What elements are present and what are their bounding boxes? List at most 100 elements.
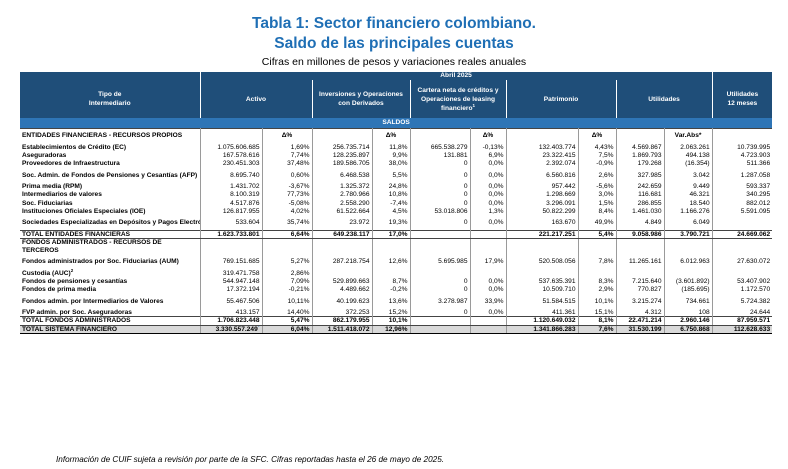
row-name: TOTAL SISTEMA FINANCIERO xyxy=(22,325,117,333)
cell-activo-pct: 7,09% xyxy=(262,277,313,286)
empty-cell xyxy=(506,238,579,255)
empty-cell xyxy=(506,127,579,144)
cell-patrimonio-pct: 7,8% xyxy=(578,254,617,270)
empty-cell xyxy=(616,127,665,144)
activo-value: 1.431.702 xyxy=(230,183,260,191)
cell-patrimonio: 1.341.866.283 xyxy=(506,324,579,335)
units-caption: Cifras en millones de pesos y variacione… xyxy=(261,56,527,68)
delta-pct-label: Δ% xyxy=(470,127,507,144)
cell-activo-pct: 10,11% xyxy=(262,293,313,309)
cell-cartera xyxy=(410,269,471,278)
cell-activo-pct: 37,48% xyxy=(262,159,313,168)
row-label: Custodia (AUC)2 xyxy=(20,269,201,278)
cell-utilidades-12m: 24.669.062 xyxy=(712,229,773,240)
cell-inversiones xyxy=(312,269,373,278)
cell-cartera: 0 xyxy=(410,308,471,317)
empty-cell xyxy=(410,238,471,255)
cell-patrimonio: 163.670 xyxy=(506,215,579,231)
cell-var-abs: 9.449 xyxy=(664,182,713,191)
section-title: FONDOS ADMINISTRADOS - RECURSOS DE TERCE… xyxy=(20,238,201,255)
table-row: Fondos admin. por Intermediarios de Valo… xyxy=(20,293,772,309)
row-name: Sociedades Especializadas en Depósitos y… xyxy=(22,219,200,227)
cell-patrimonio: 50.822.299 xyxy=(506,207,579,216)
cell-patrimonio: 537.635.391 xyxy=(506,277,579,286)
cell-patrimonio: 1.298.669 xyxy=(506,190,579,200)
cell-patrimonio-pct: 15,1% xyxy=(578,308,617,317)
table-row: Soc. Fiduciarias 4.517.876 -5,08% 2.558.290… xyxy=(20,199,772,208)
cell-utilidades: 31.530.199 xyxy=(616,324,665,335)
delta-pct-label: Δ% xyxy=(262,127,313,144)
cell-inversiones-pct: 13,6% xyxy=(372,293,411,309)
cell-activo: 544.947.148 xyxy=(200,277,263,286)
row-name: Fondos de pensiones y cesantías xyxy=(22,277,128,285)
cell-inversiones-pct: 8,7% xyxy=(372,277,411,286)
cell-activo: 55.467.506 xyxy=(200,293,263,309)
row-label: Fondos admin. por Intermediarios de Valo… xyxy=(20,293,201,309)
cell-utilidades-12m: 112.628.633 xyxy=(712,324,773,335)
empty-cell xyxy=(578,238,617,255)
cell-patrimonio: 520.508.056 xyxy=(506,254,579,270)
cell-var-abs: 46.321 xyxy=(664,190,713,200)
cell-inversiones: 23.972 xyxy=(312,215,373,231)
table-row: Proveedores de Infraestructura 230.451.30… xyxy=(20,159,772,168)
grand-total-row: TOTAL SISTEMA FINANCIERO 3.330.557.249* 6,… xyxy=(20,324,773,335)
cell-var-abs: (3.601.892) xyxy=(664,277,713,286)
activo-value: 1.623.733.801 xyxy=(217,231,260,238)
cell-inversiones-pct: 11,8% xyxy=(372,143,411,152)
saldos-label: SALDOS xyxy=(20,118,773,129)
cell-utilidades-12m: 511.366 xyxy=(746,159,771,167)
cell-patrimonio: 23.322.415 xyxy=(506,151,579,160)
row-name: TOTAL FONDOS ADMINISTRADOS xyxy=(22,317,131,325)
cell-cartera-pct: 0,0% xyxy=(470,159,507,168)
period-label: Abril 2025 xyxy=(200,72,713,81)
cell-patrimonio: 6.560.816 xyxy=(506,167,579,183)
cell-inversiones: 1.511.418.072 xyxy=(312,324,373,335)
row-name: Fondos admin. por Intermediarios de Valo… xyxy=(22,297,164,305)
table-row: Fondos de prima media 17.372.194 -0,21% 4.4… xyxy=(20,285,772,294)
cell-inversiones-pct xyxy=(372,269,411,278)
cell-cartera-pct: 0,0% xyxy=(470,167,507,183)
activo-value: 167.578.616 xyxy=(222,151,260,159)
cell-inversiones-pct: 12,6% xyxy=(372,254,411,270)
section-header-row: FONDOS ADMINISTRADOS - RECURSOS DE TERCE… xyxy=(20,238,773,255)
activo-value: 319.471.758 xyxy=(222,269,260,277)
cell-patrimonio: 1.120.649.032 xyxy=(506,316,579,326)
cell-activo-pct: -3,67% xyxy=(262,182,313,191)
cell-patrimonio-pct: 10,1% xyxy=(578,293,617,309)
cell-cartera xyxy=(410,324,471,335)
cell-activo: 319.471.758 xyxy=(200,269,263,278)
cell-inversiones: 6.468.538 xyxy=(312,167,373,183)
cell-activo: 230.451.303 xyxy=(200,159,263,168)
cell-cartera xyxy=(410,229,471,240)
cell-cartera: 0 xyxy=(410,167,471,183)
cell-utilidades-12m: 87.959.571 xyxy=(712,316,773,326)
table-row: Fondos de pensiones y cesantías 544.947.1… xyxy=(20,277,772,286)
cell-activo: 533.604 xyxy=(200,215,263,231)
row-name: Soc. Admin. de Fondos de Pensiones y Ces… xyxy=(22,171,198,179)
cell-activo-pct: 6,64% xyxy=(262,229,313,240)
cell-var-abs: 18.540 xyxy=(664,199,713,208)
cell-inversiones: 256.735.714 xyxy=(312,143,373,152)
empty-cell xyxy=(372,238,411,255)
cell-patrimonio: 957.442 xyxy=(506,182,579,191)
empty-cell xyxy=(712,238,773,255)
cell-var-abs: 6.750.868 xyxy=(664,324,713,335)
cell-inversiones-pct: 38,0% xyxy=(372,159,411,168)
cell-patrimonio: 3.296.091 xyxy=(506,199,579,208)
row-label: TOTAL ENTIDADES FINANCIERAS xyxy=(20,229,201,240)
cell-activo: 4.517.876 xyxy=(200,199,263,208)
cell-cartera: 0 xyxy=(410,159,471,168)
activo-value: 230.451.303 xyxy=(222,159,260,167)
cell-activo-pct: 77,73% xyxy=(262,190,313,200)
cell-activo: 413.157 xyxy=(200,308,263,317)
cell-cartera-pct: 33,9% xyxy=(470,293,507,309)
cell-activo: 167.578.616 xyxy=(200,151,263,160)
cell-patrimonio-pct: 8,1% xyxy=(578,316,617,326)
cell-activo-pct: 2,86% xyxy=(262,269,313,278)
activo-value: 1.706.823.448 xyxy=(217,317,260,325)
cell-cartera-pct xyxy=(470,269,507,278)
empty-cell xyxy=(312,238,373,255)
activo-value: 1.075.606.685 xyxy=(217,143,260,151)
table-row: Establecimientos de Crédito (EC) 1.075.60… xyxy=(20,143,772,152)
row-label: Fondos de prima media xyxy=(20,285,201,294)
